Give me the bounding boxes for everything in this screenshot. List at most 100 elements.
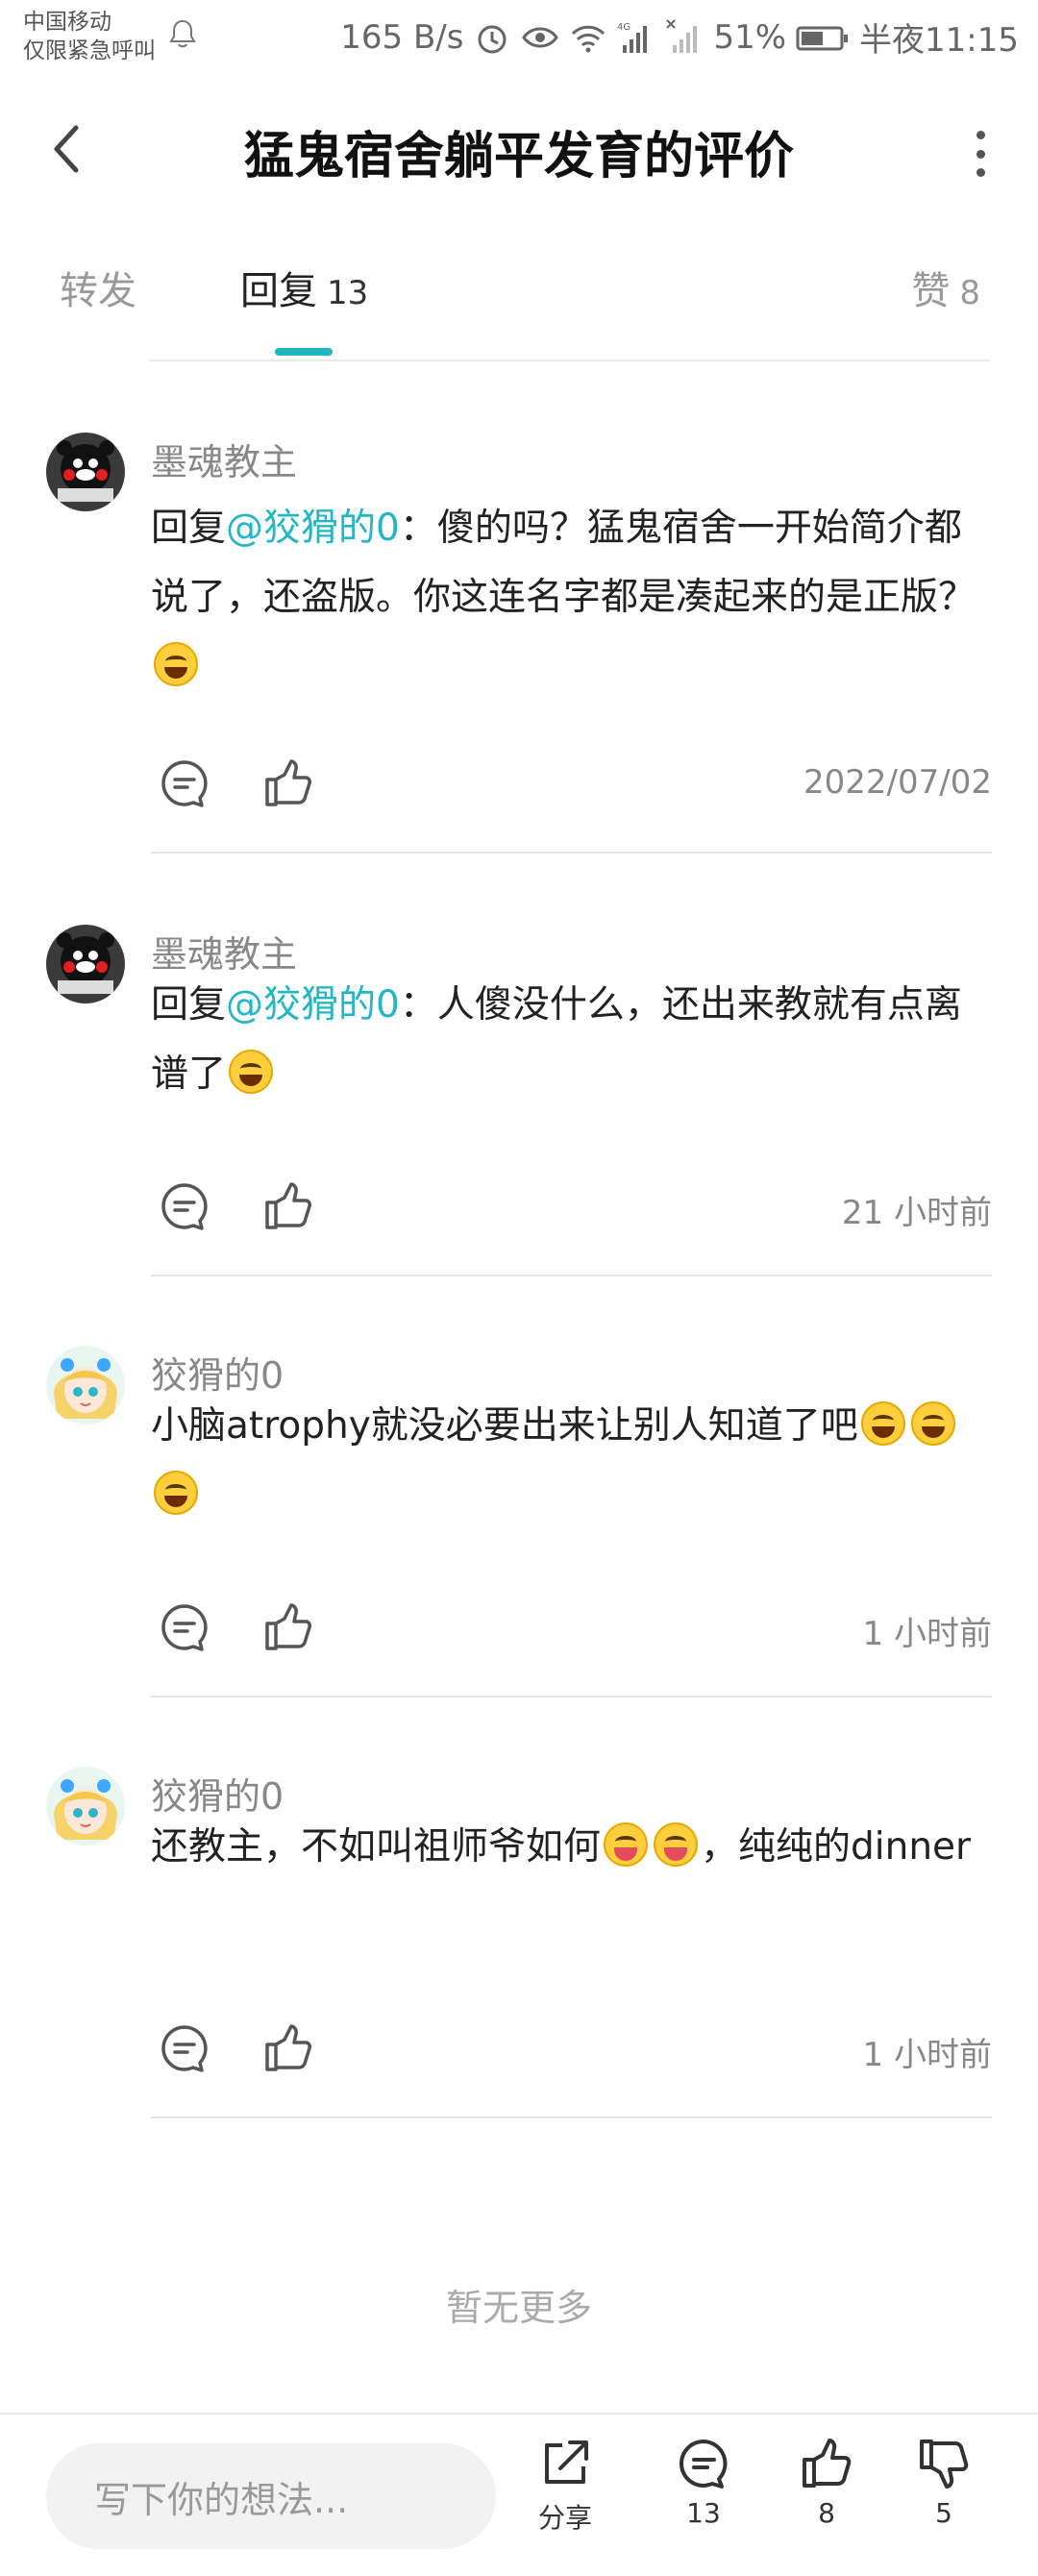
comment-username[interactable]: 狡猾的0 [151,1767,284,1820]
comment-text: ，纯纯的dinner [701,1825,972,1869]
comment-body: 回复@狡猾的0：傻的吗？猛鬼宿舍一开始简介都说了，还盗版。你这连名字都是凑起来的… [151,494,987,702]
tab-like-count: 8 [959,274,980,312]
comment-divider [151,1275,992,1276]
comment-input[interactable]: 写下你的想法... [46,2443,496,2549]
page-header: 猛鬼宿舍躺平发育的评价 [0,87,1038,211]
comment-actions: 21 小时前 [151,1173,992,1240]
like-button[interactable] [255,750,322,817]
tab-repost[interactable]: 转发 [60,260,136,315]
more-dot-icon [976,168,985,177]
dislike-count: 5 [935,2497,952,2529]
comment-body: 还教主，不如叫祖师爷如何 ，纯纯的dinner [151,1813,987,1882]
dislike-button[interactable]: 5 [896,2436,992,2561]
comment-bubble-icon [161,760,208,807]
tabs-divider [149,359,990,361]
tab-reply-label: 回复 [240,269,317,313]
comment-username[interactable]: 墨魂教主 [151,925,297,978]
comment-button[interactable]: 13 [655,2436,752,2561]
svg-text:4G: 4G [617,22,630,33]
avatar[interactable] [46,925,125,1003]
kumamon-avatar-icon [46,433,125,511]
comment-bubble-icon [680,2440,728,2489]
comment-timestamp: 1 小时前 [862,1615,992,1653]
network-speed: 165 B/s [340,17,464,57]
like-button[interactable] [255,2015,322,2082]
comment-actions: 2022/07/02 [151,750,992,817]
share-button[interactable]: 分享 [517,2436,613,2561]
comment-count: 13 [686,2497,721,2529]
bottom-action-bar: 写下你的想法... 分享 13 8 5 [0,2413,1038,2576]
tab-reply-count: 13 [327,274,369,312]
like-button[interactable] [255,1173,322,1240]
reply-prefix: 回复 [151,983,227,1027]
avatar[interactable] [46,433,125,511]
battery-icon [796,26,849,50]
mention-link[interactable]: @狡猾的0 [226,983,400,1027]
anime-girl-avatar-icon [46,1767,125,1845]
tab-like-label: 赞 [911,269,951,313]
reply-button[interactable] [151,750,218,817]
kumamon-avatar-icon [46,925,125,1003]
active-tab-indicator [275,348,333,356]
tab-repost-label: 转发 [60,269,136,313]
comment-bubble-icon [161,2025,208,2072]
thumbs-up-icon [265,1603,311,1650]
comment-divider [151,1696,992,1697]
status-bar: 中国移动 仅限紧急呼叫 165 B/s 4G 51% 半夜11:15 [0,0,1038,77]
like-button[interactable] [255,1594,322,1661]
reply-button[interactable] [151,2015,218,2082]
qq-notification-icon [169,19,196,48]
comment-text: 还教主，不如叫祖师爷如何 [151,1825,602,1869]
comment-input-placeholder: 写下你的想法... [94,2478,349,2521]
comment-actions: 1 小时前 [151,2015,992,2082]
page-title: 猛鬼宿舍躺平发育的评价 [243,128,794,186]
status-icons: 165 B/s 4G 51% 半夜11:15 [340,13,1019,61]
tab-like[interactable]: 赞 8 [911,260,980,315]
comment-divider [151,852,992,854]
more-dot-icon [976,149,985,159]
battery-percent: 51% [713,17,787,57]
comment-timestamp: 1 小时前 [862,2036,992,2074]
comment-body: 回复@狡猾的0：人傻没什么，还出来教就有点离谱了 [151,971,987,1109]
reply-button[interactable] [151,1594,218,1661]
signal-none-icon [666,18,698,53]
carrier-info: 中国移动 仅限紧急呼叫 [23,8,156,65]
comment-bubble-icon [161,1183,208,1230]
thumbs-up-icon [265,2024,311,2071]
more-options-button[interactable] [961,125,1000,183]
comment-divider [151,2117,992,2118]
share-label: 分享 [537,2502,592,2534]
mention-link[interactable]: @狡猾的0 [226,507,400,550]
clock: 半夜11:15 [859,21,1019,60]
comment-body: 小脑atrophy就没必要出来让别人知道了吧 [151,1392,987,1530]
wifi-icon [572,25,606,52]
yum-emoji-icon [604,1822,649,1867]
comment-timestamp: 2022/07/02 [803,763,992,802]
tab-bar: 转发 回复 13 赞 8 [0,260,1038,360]
tab-reply[interactable]: 回复 13 [240,260,368,315]
no-more-indicator: 暂无更多 [445,2287,592,2329]
grinning-sweat-emoji-icon [229,1050,274,1094]
thumbs-up-icon [265,1182,311,1229]
anime-girl-avatar-icon [46,1346,125,1424]
thumbs-down-icon [920,2440,969,2489]
comment-username[interactable]: 墨魂教主 [151,433,297,485]
alarm-icon [478,25,507,53]
avatar[interactable] [46,1346,125,1424]
avatar[interactable] [46,1767,125,1845]
comment-actions: 1 小时前 [151,1594,992,1661]
reply-button[interactable] [151,1173,218,1240]
signal-4g-icon: 4G [617,22,648,53]
comment-timestamp: 21 小时前 [841,1194,992,1232]
more-dot-icon [976,131,985,139]
sweat-smile-emoji-icon [154,1471,198,1515]
yum-emoji-icon [654,1822,699,1867]
reply-prefix: 回复 [151,507,227,550]
eye-icon [522,27,559,47]
like-button[interactable]: 8 [778,2436,875,2561]
comment-username[interactable]: 狡猾的0 [151,1346,284,1399]
comment-bubble-icon [161,1604,208,1651]
like-count: 8 [818,2497,835,2529]
sweat-smile-emoji-icon [910,1401,955,1446]
comment-text: 小脑atrophy就没必要出来让别人知道了吧 [151,1404,858,1448]
